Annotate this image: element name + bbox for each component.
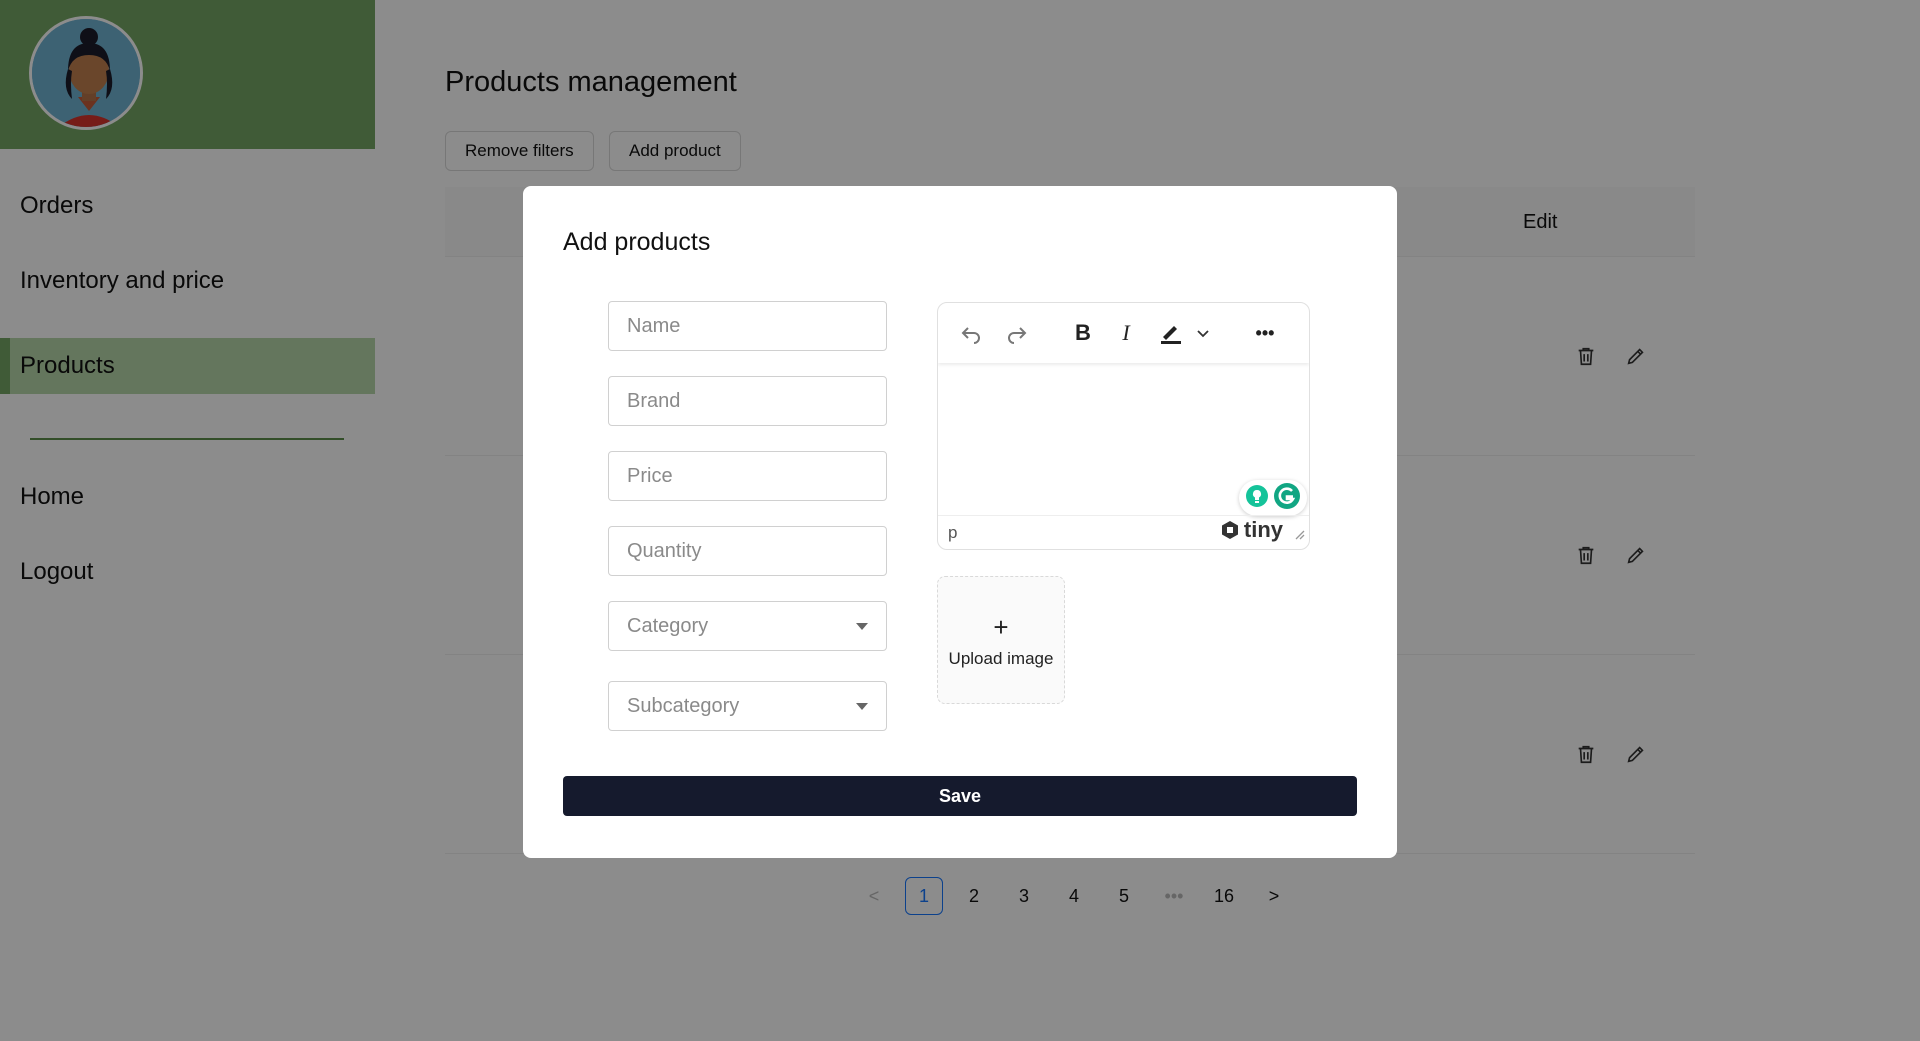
plus-icon: + <box>993 611 1009 642</box>
editor-statusbar: p tiny <box>938 515 1309 549</box>
grammarly-icon[interactable] <box>1273 482 1301 515</box>
upload-image-label: Upload image <box>948 648 1054 668</box>
category-select[interactable]: Category <box>608 601 887 651</box>
category-placeholder: Category <box>627 614 709 637</box>
element-path[interactable]: p <box>948 523 957 543</box>
chevron-down-icon[interactable] <box>1188 318 1218 348</box>
save-button[interactable]: Save <box>563 776 1357 816</box>
name-input[interactable] <box>608 301 887 351</box>
tiny-logo[interactable]: tiny <box>1220 517 1283 543</box>
subcategory-select[interactable]: Subcategory <box>608 681 887 731</box>
quantity-input[interactable] <box>608 526 887 576</box>
undo-icon[interactable] <box>956 318 986 348</box>
brand-input[interactable] <box>608 376 887 426</box>
add-products-modal: Add products Category Subcategory B I <box>523 186 1397 858</box>
caret-down-icon <box>856 703 868 710</box>
redo-icon[interactable] <box>1002 318 1032 348</box>
modal-title: Add products <box>563 228 711 256</box>
grammarly-widget[interactable] <box>1239 480 1307 516</box>
more-icon[interactable]: ••• <box>1250 318 1280 348</box>
bold-icon[interactable]: B <box>1068 318 1098 348</box>
highlight-icon[interactable] <box>1156 318 1186 348</box>
tiny-logo-text: tiny <box>1243 517 1283 542</box>
upload-image-button[interactable]: + Upload image <box>937 576 1065 704</box>
rich-text-editor: B I ••• p tiny <box>937 302 1310 550</box>
resize-handle-icon[interactable] <box>1293 525 1305 545</box>
tiny-logo-icon <box>1221 521 1238 539</box>
price-input[interactable] <box>608 451 887 501</box>
subcategory-placeholder: Subcategory <box>627 694 740 717</box>
italic-icon[interactable]: I <box>1111 318 1141 348</box>
editor-toolbar: B I ••• <box>938 303 1309 363</box>
caret-down-icon <box>856 623 868 630</box>
lightbulb-icon[interactable] <box>1245 484 1269 513</box>
